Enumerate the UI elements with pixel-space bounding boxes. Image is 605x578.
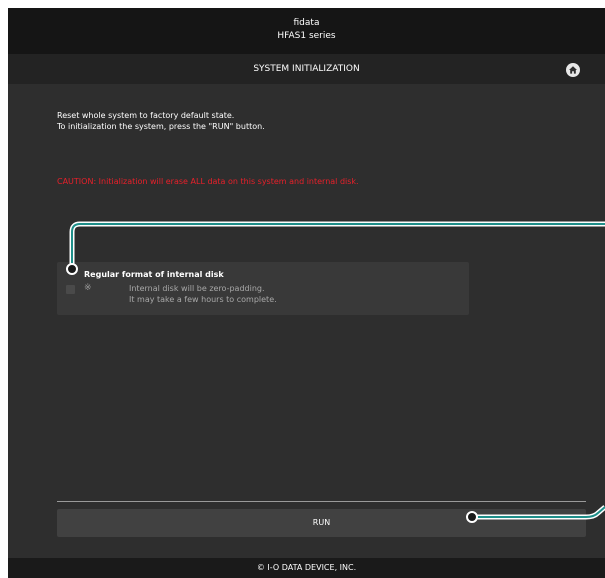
run-button[interactable]: RUN [57,509,586,537]
home-button[interactable] [566,63,580,77]
brand-name: fidata [293,18,320,28]
description-line-1: Reset whole system to factory default st… [57,111,235,120]
format-option-note-2: It may take a few hours to complete. [129,295,277,304]
caution-message: CAUTION: Initialization will erase ALL d… [57,177,359,186]
home-icon [569,66,577,74]
page-title: SYSTEM INITIALIZATION [253,64,360,74]
format-option-title: Regular format of internal disk [84,270,224,279]
format-option-note-1: Internal disk will be zero-padding. [129,284,265,293]
note-mark-icon: ※ [84,283,92,293]
format-option-card: Regular format of internal disk ※ Intern… [57,262,469,315]
app-window: fidata HFAS1 series SYSTEM INITIALIZATIO… [8,8,605,578]
description-line-2: To initialization the system, press the … [57,122,265,131]
footer-copyright: © I-O DATA DEVICE, INC. [8,558,605,578]
app-header: fidata HFAS1 series [8,8,605,54]
title-bar: SYSTEM INITIALIZATION [8,54,605,84]
format-option-checkbox[interactable] [66,285,75,294]
model-name: HFAS1 series [277,31,336,41]
divider [57,501,586,502]
